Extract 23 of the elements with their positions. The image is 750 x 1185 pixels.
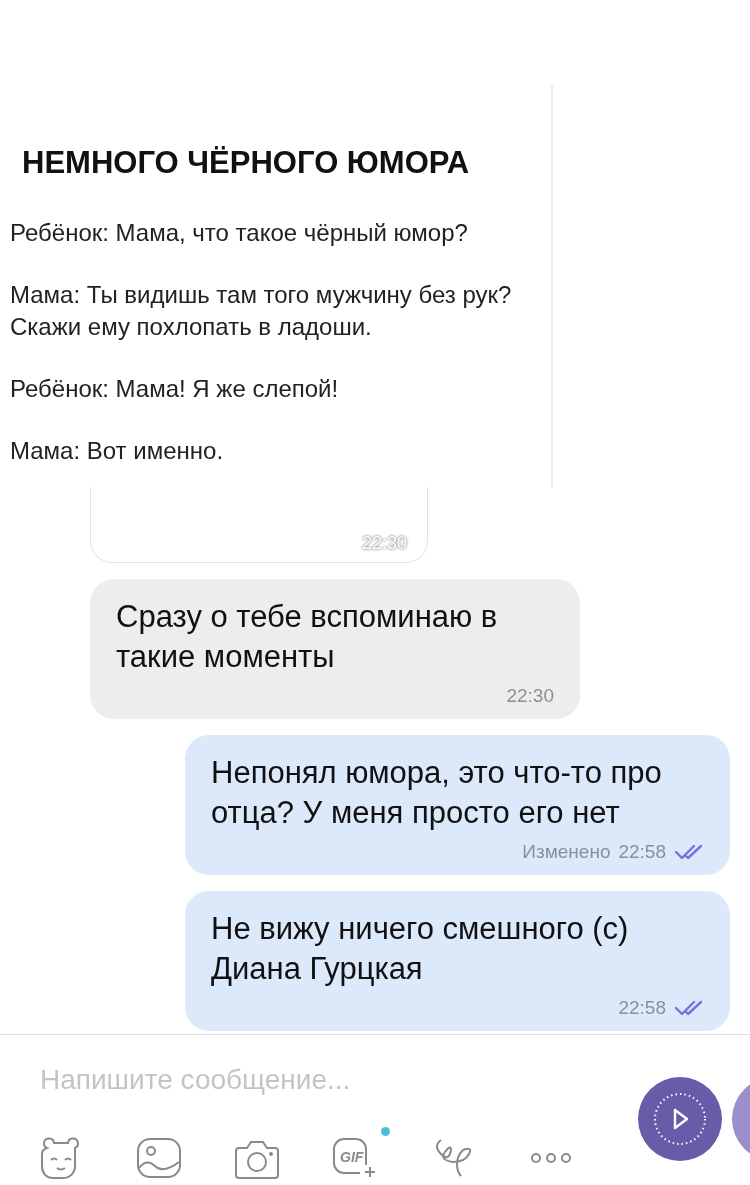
message-time: 22:30: [506, 685, 554, 707]
image-icon: [135, 1136, 183, 1180]
outgoing-message[interactable]: Не вижу ничего смешного (с) Диана Гурцкая 22:58: [185, 891, 730, 1031]
more-icon: [529, 1152, 573, 1164]
message-input[interactable]: Напишите сообщение...: [38, 1063, 602, 1097]
message-text: Сразу о тебе вспоминаю в такие моменты: [116, 598, 499, 676]
joke-line: Мама: Вот именно.: [10, 436, 225, 466]
message-time: 22:58: [618, 841, 666, 863]
message-text: Непонял юмора, это что-то про отца? У меня просто его нет: [211, 754, 663, 832]
incoming-message[interactable]: Сразу о тебе вспоминаю в такие моменты 22:30: [90, 579, 580, 719]
joke-line: Ребёнок: Мама, что такое чёрный юмор?: [10, 218, 469, 248]
joke-line: Ребёнок: Мама! Я же слепой!: [10, 374, 340, 404]
edited-label: Изменено: [522, 841, 611, 863]
gif-button[interactable]: GIF: [330, 1127, 390, 1181]
message-time: 22:30: [361, 533, 407, 554]
gif-label: GIF: [340, 1149, 364, 1165]
gallery-button[interactable]: [134, 1135, 184, 1181]
outgoing-message[interactable]: Непонял юмора, это что-то про отца? У меня просто его нет Изменено 22:58: [185, 735, 730, 875]
play-icon: [653, 1092, 707, 1146]
joke-line: Мама: Ты видишь там того мужчину без рук? Скажи ему похлопать в ладоши.: [10, 280, 513, 342]
message-text: Не вижу ничего смешного (с) Диана Гурцкая: [211, 910, 630, 988]
message-time: 22:58: [618, 997, 666, 1019]
joke-title: НЕМНОГО ЧЁРНОГО ЮМОРА: [22, 145, 471, 181]
